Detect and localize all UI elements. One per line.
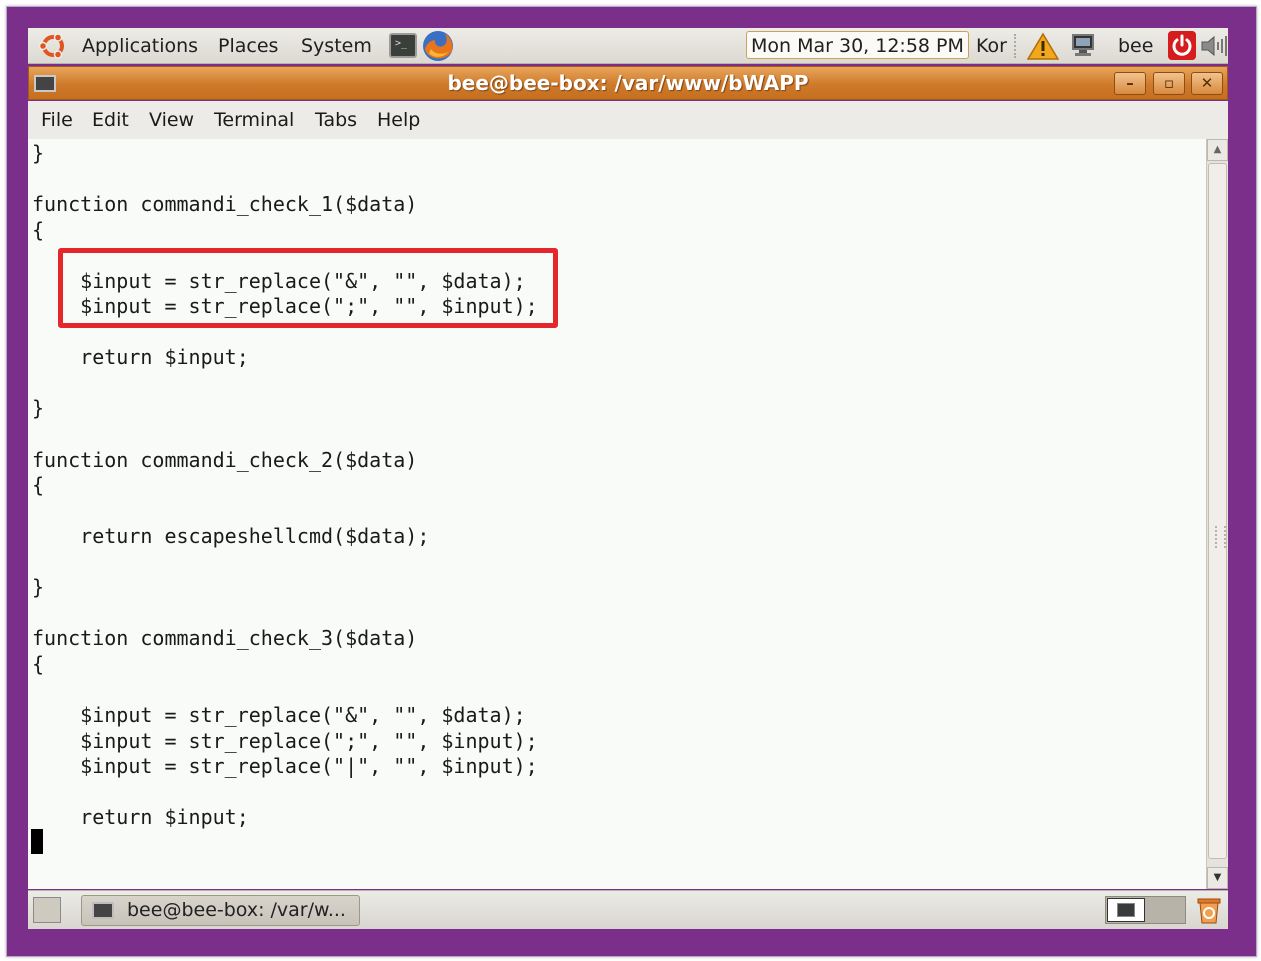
menu-edit[interactable]: Edit — [92, 108, 129, 132]
terminal-line: return $input; — [32, 345, 249, 370]
terminal-line: return escapeshellcmd($data); — [32, 524, 430, 549]
terminal-line: { — [32, 651, 45, 676]
workspace-1[interactable] — [1107, 898, 1145, 922]
volume-icon[interactable] — [1200, 34, 1228, 58]
terminal-text[interactable]: } function commandi_check_1($data){ $inp… — [32, 141, 538, 831]
window-title: bee@bee-box: /var/www/bWAPP — [447, 71, 809, 95]
terminal-line: return $input; — [32, 805, 249, 830]
terminal-line: $input = str_replace("&", "", $data); — [32, 703, 526, 728]
terminal-line: } — [32, 396, 45, 421]
menu-help[interactable]: Help — [377, 108, 420, 132]
highlight-box — [58, 248, 558, 328]
menu-view[interactable]: View — [149, 108, 194, 132]
menu-applications[interactable]: Applications — [82, 34, 198, 58]
terminal-line: } — [32, 141, 45, 165]
taskbar-window-label: bee@bee-box: /var/w... — [127, 899, 346, 921]
terminal-line: { — [32, 217, 45, 242]
user-name[interactable]: bee — [1118, 34, 1153, 58]
bottom-panel: bee@bee-box: /var/w... — [28, 890, 1228, 929]
terminal-window-icon — [92, 902, 114, 919]
maximize-button[interactable]: ▫ — [1153, 72, 1185, 95]
clock[interactable]: Mon Mar 30, 12:58 PM — [746, 31, 969, 59]
power-icon[interactable] — [1168, 31, 1196, 60]
menu-system[interactable]: System — [301, 34, 372, 58]
close-button[interactable]: ✕ — [1191, 72, 1223, 95]
terminal-line: function commandi_check_1($data) — [32, 192, 418, 217]
menu-places[interactable]: Places — [218, 34, 278, 58]
scrollbar-grip — [1215, 526, 1226, 548]
terminal-launcher-icon[interactable]: >_ — [389, 33, 417, 58]
window-title-bar[interactable]: bee@bee-box: /var/www/bWAPP – ▫ ✕ — [28, 66, 1228, 100]
menu-tabs[interactable]: Tabs — [315, 108, 357, 132]
ubuntu-logo-icon[interactable] — [38, 31, 68, 61]
scroll-down-arrow-icon[interactable]: ▼ — [1207, 867, 1228, 889]
workspace-switcher[interactable] — [1105, 896, 1186, 924]
firefox-icon[interactable] — [421, 29, 455, 63]
terminal-line: $input = str_replace("|", "", $input); — [32, 754, 538, 779]
scrollbar-thumb[interactable] — [1208, 163, 1227, 859]
terminal-line: $input = str_replace(";", "", $input); — [32, 728, 538, 753]
show-desktop-icon[interactable] — [33, 897, 61, 923]
menu-file[interactable]: File — [41, 108, 73, 132]
trash-icon[interactable] — [1195, 895, 1223, 925]
terminal-line: function commandi_check_3($data) — [32, 626, 418, 651]
terminal-line: function commandi_check_2($data) — [32, 447, 418, 472]
keyboard-layout-indicator[interactable]: Kor — [976, 34, 1007, 58]
vertical-scrollbar[interactable]: ▲ ▼ — [1206, 139, 1228, 889]
warning-icon[interactable] — [1027, 32, 1059, 60]
taskbar-window-button[interactable]: bee@bee-box: /var/w... — [81, 895, 360, 926]
terminal-output[interactable]: } function commandi_check_1($data){ $inp… — [28, 139, 1206, 889]
scroll-up-arrow-icon[interactable]: ▲ — [1207, 139, 1228, 161]
menu-terminal[interactable]: Terminal — [214, 108, 294, 132]
terminal-line: { — [32, 473, 45, 498]
panel-separator — [1014, 34, 1022, 58]
menubar: File Edit View Terminal Tabs Help — [28, 101, 1228, 140]
minimize-button[interactable]: – — [1114, 72, 1146, 95]
top-panel: Applications Places System >_ Mon Mar 30… — [28, 28, 1228, 64]
terminal-cursor — [31, 829, 43, 854]
terminal-line: } — [32, 575, 45, 600]
network-icon[interactable] — [1071, 33, 1097, 58]
